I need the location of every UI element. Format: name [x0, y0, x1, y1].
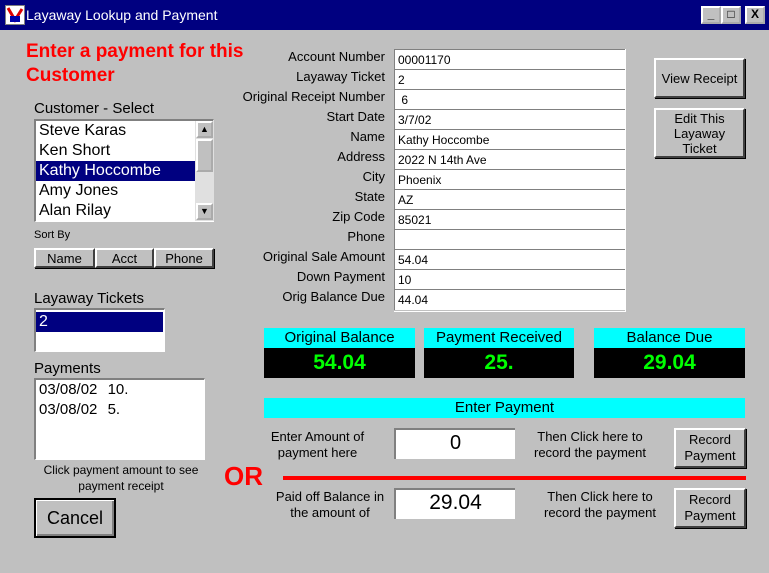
layaway-ticket-field[interactable]: 2 [394, 69, 625, 90]
state-field[interactable]: AZ [394, 189, 625, 210]
list-item-selected[interactable]: Kathy Hoccombe [36, 161, 195, 181]
list-item[interactable]: Alan Rilay [36, 201, 195, 221]
hint-line2: payment receipt [78, 479, 164, 493]
fields-bottom-edge [394, 311, 626, 312]
field-label-start-date: Start Date [326, 109, 385, 124]
field-label-layaway-ticket: Layaway Ticket [296, 69, 385, 84]
field-label-original-receipt-number: Original Receipt Number [242, 89, 385, 104]
window-title: Layaway Lookup and Payment [26, 7, 218, 23]
account-number-field[interactable]: 00001170 [394, 49, 625, 70]
phone-field[interactable] [394, 229, 625, 250]
record-line1: Record [689, 432, 731, 447]
payoff-label-line1: Paid off Balance in [275, 489, 385, 504]
close-button[interactable]: X [745, 6, 765, 24]
payoff-label-line2: the amount of [290, 505, 370, 520]
payoff-amount-input[interactable]: 29.04 [394, 488, 515, 519]
then-click2-line1: Then Click here to [547, 489, 653, 504]
minimize-button[interactable]: _ [701, 6, 721, 24]
amount-label: Enter Amount of payment here [255, 429, 380, 461]
payment-amount[interactable]: 10. [108, 381, 129, 398]
cancel-button[interactable]: Cancel [34, 498, 116, 538]
original-balance-panel: Original Balance 54.04 [264, 328, 415, 378]
zip-code-field[interactable]: 85021 [394, 209, 625, 230]
field-label-name: Name [350, 129, 385, 144]
start-date-field[interactable]: 3/7/02 [394, 109, 625, 130]
edit-ticket-line2: Layaway [673, 125, 726, 141]
original-receipt-number-field[interactable]: 6 [394, 89, 625, 110]
then-click-text: Then Click here to record the payment [525, 429, 655, 461]
maximize-button[interactable]: □ [721, 6, 741, 24]
field-label-orig-balance-due: Orig Balance Due [282, 289, 385, 304]
field-label-address: Address [337, 149, 385, 164]
field-label-zip-code: Zip Code [332, 209, 385, 224]
field-label-phone: Phone [347, 229, 385, 244]
customer-select-label: Customer - Select [34, 100, 155, 117]
payment-received-value: 25. [424, 348, 574, 378]
title-bar: Layaway Lookup and Payment _ □ X [0, 0, 769, 30]
orig-balance-due-field[interactable]: 44.04 [394, 289, 625, 310]
payment-date: 03/08/02 [39, 401, 98, 418]
list-item[interactable]: Ken Short [36, 141, 195, 161]
or-divider-line [283, 476, 746, 480]
payment-received-panel: Payment Received 25. [424, 328, 574, 378]
field-label-state: State [354, 189, 385, 204]
record-payment-button[interactable]: Record Payment [674, 428, 746, 468]
address-field[interactable]: 2022 N 14th Ave [394, 149, 625, 170]
edit-ticket-line3: Ticket [682, 140, 717, 156]
hint-line1: Click payment amount to see [43, 463, 199, 477]
amount-label-line2: payment here [277, 445, 358, 460]
original-balance-value: 54.04 [264, 348, 415, 378]
field-label-city: City [362, 169, 385, 184]
record-line1: Record [689, 492, 731, 507]
payment-date: 03/08/02 [39, 381, 98, 398]
amount-label-line1: Enter Amount of [270, 429, 365, 444]
balance-due-value: 29.04 [594, 348, 745, 378]
then-click-line2: record the payment [533, 445, 646, 460]
payments-label: Payments [34, 360, 101, 377]
payment-amount[interactable]: 5. [108, 401, 121, 418]
layaway-tickets-list[interactable]: 2 [34, 308, 165, 352]
field-label-original-sale-amount: Original Sale Amount [262, 249, 385, 264]
payment-received-label: Payment Received [424, 328, 574, 348]
layaway-tickets-label: Layaway Tickets [34, 290, 145, 307]
payments-list[interactable]: 03/08/02 10. 03/08/02 5. [34, 378, 205, 460]
name-field[interactable]: Kathy Hoccombe [394, 129, 625, 150]
sort-by-label: Sort By [34, 229, 71, 241]
payoff-label: Paid off Balance in the amount of [260, 489, 400, 521]
payment-row[interactable]: 03/08/02 10. [36, 380, 201, 400]
then-click2-line2: record the payment [543, 505, 656, 520]
list-item-selected[interactable]: 2 [36, 312, 163, 332]
list-item[interactable]: Amy Jones [36, 181, 195, 201]
record-payoff-button[interactable]: Record Payment [674, 488, 746, 528]
balance-due-panel: Balance Due 29.04 [594, 328, 745, 378]
city-field[interactable]: Phoenix [394, 169, 625, 190]
view-receipt-button[interactable]: View Receipt [654, 58, 745, 98]
then-click-line1: Then Click here to [537, 429, 643, 444]
original-sale-amount-field[interactable]: 54.04 [394, 249, 625, 270]
or-label: OR [224, 461, 263, 491]
payment-amount-input[interactable]: 0 [394, 428, 515, 459]
edit-ticket-line1: Edit This [674, 110, 725, 126]
fields-right-edge [625, 49, 626, 311]
field-label-down-payment: Down Payment [296, 269, 385, 284]
sort-acct-button[interactable]: Acct [95, 248, 154, 268]
list-item[interactable]: Steve Karas [36, 121, 195, 141]
balance-due-label: Balance Due [594, 328, 745, 348]
then-click-text-2: Then Click here to record the payment [535, 489, 665, 521]
record-line2: Payment [684, 448, 736, 463]
field-label-account-number: Account Number [288, 49, 385, 64]
payment-row[interactable]: 03/08/02 5. [36, 400, 201, 420]
enter-payment-header: Enter Payment [264, 398, 745, 418]
down-payment-field[interactable]: 10 [394, 269, 625, 290]
edit-ticket-button[interactable]: Edit This Layaway Ticket [654, 108, 745, 158]
payments-hint: Click payment amount to see payment rece… [26, 462, 216, 494]
app-icon [5, 5, 25, 25]
sort-name-button[interactable]: Name [34, 248, 95, 268]
original-balance-label: Original Balance [264, 328, 415, 348]
record-line2: Payment [684, 508, 736, 523]
